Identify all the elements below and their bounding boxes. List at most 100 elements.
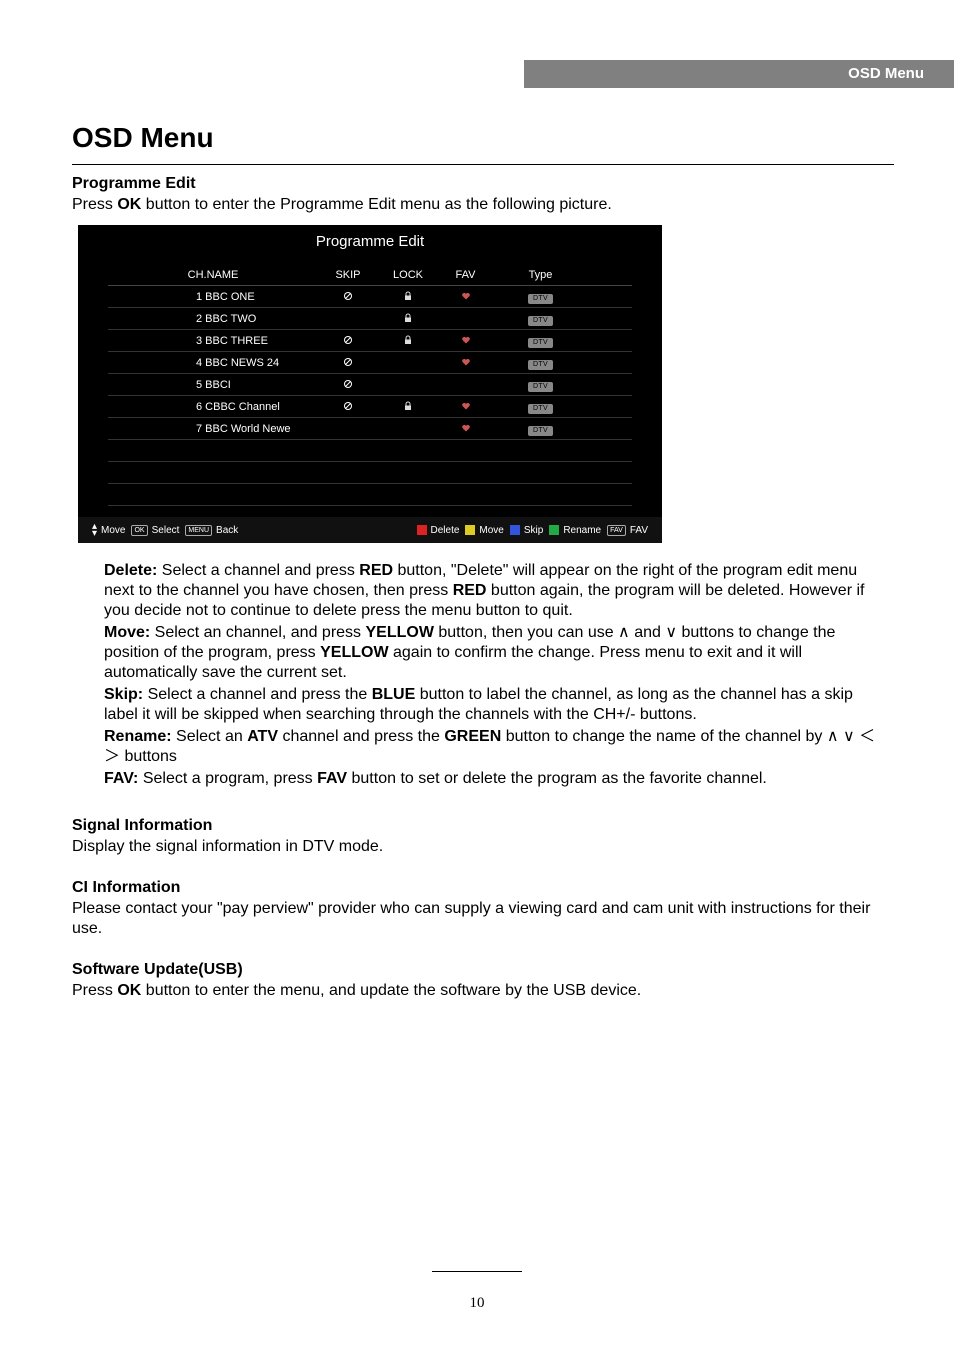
page-number-area: 10: [0, 1278, 954, 1312]
def-rename: Rename: Select an ATV channel and press …: [104, 727, 884, 767]
ci-body: Please contact your "pay perview" provid…: [72, 899, 894, 939]
col-name: CH.NAME: [108, 269, 318, 281]
cell-type: DTV: [493, 421, 588, 436]
def-fav: FAV: Select a program, press FAV button …: [104, 769, 884, 789]
cell-lock: [378, 399, 438, 414]
page-title: OSD Menu: [72, 122, 894, 165]
dtv-badge: DTV: [528, 360, 553, 370]
yellow-dot-icon: [465, 525, 475, 535]
cell-skip: [318, 399, 378, 414]
heart-icon: [461, 400, 471, 414]
programme-edit-intro: Press OK button to enter the Programme E…: [72, 195, 894, 215]
footer-select: OKSelect: [131, 525, 179, 536]
cell-name: 6 CBBC Channel: [108, 401, 318, 413]
skip-icon: [343, 356, 353, 370]
dtv-badge: DTV: [528, 316, 553, 326]
software-block: Software Update(USB) Press OK button to …: [72, 961, 894, 1001]
lock-icon: [403, 400, 413, 414]
col-type: Type: [493, 269, 588, 281]
cell-type: DTV: [493, 355, 588, 370]
col-skip: SKIP: [318, 269, 378, 281]
blue-dot-icon: [510, 525, 520, 535]
cell-lock: [378, 289, 438, 304]
lower-sections: Signal Information Display the signal in…: [72, 817, 894, 1001]
cell-skip: [318, 333, 378, 348]
cell-name: 3 BBC THREE: [108, 335, 318, 347]
header-label: OSD Menu: [848, 65, 924, 82]
cell-name: 5 BBCI: [108, 379, 318, 391]
heart-icon: [461, 334, 471, 348]
table-header-row: CH.NAME SKIP LOCK FAV Type: [108, 264, 632, 286]
signal-body: Display the signal information in DTV mo…: [72, 837, 894, 857]
skip-icon: [343, 290, 353, 304]
cell-type: DTV: [493, 333, 588, 348]
empty-row: [108, 462, 632, 484]
channel-table: CH.NAME SKIP LOCK FAV Type 1 BBC ONE DTV 2…: [108, 264, 632, 506]
lock-icon: [403, 290, 413, 304]
cell-name: 1 BBC ONE: [108, 291, 318, 303]
signal-block: Signal Information Display the signal in…: [72, 817, 894, 857]
screenshot-title: Programme Edit: [78, 225, 662, 250]
cell-skip: [318, 289, 378, 304]
footer-rename: Rename: [549, 525, 601, 536]
table-row: 5 BBCI DTV: [108, 374, 632, 396]
empty-row: [108, 440, 632, 462]
footer-delete: Delete: [417, 525, 460, 536]
dtv-badge: DTV: [528, 404, 553, 414]
skip-icon: [343, 378, 353, 392]
def-skip: Skip: Select a channel and press the BLU…: [104, 685, 884, 725]
footer-back: MENUBack: [185, 525, 238, 536]
cell-fav: [438, 333, 493, 348]
fav-key-icon: FAV: [607, 525, 626, 536]
cell-fav: [438, 399, 493, 414]
lock-icon: [403, 312, 413, 326]
cell-name: 7 BBC World Newe: [108, 423, 318, 435]
page-content: OSD Menu Programme Edit Press OK button …: [72, 122, 894, 1023]
heart-icon: [461, 290, 471, 304]
table-row: 4 BBC NEWS 24 DTV: [108, 352, 632, 374]
cell-type: DTV: [493, 311, 588, 326]
page-number-rule: [432, 1271, 522, 1272]
cell-fav: [438, 289, 493, 304]
programme-edit-screenshot: Programme Edit CH.NAME SKIP LOCK FAV Typ…: [78, 225, 662, 543]
page-number: 10: [470, 1295, 485, 1311]
table-row: 1 BBC ONE DTV: [108, 286, 632, 308]
heart-icon: [461, 356, 471, 370]
dtv-badge: DTV: [528, 338, 553, 348]
col-fav: FAV: [438, 269, 493, 281]
cell-fav: [438, 421, 493, 436]
footer-move: ▴▾Move: [92, 523, 125, 537]
skip-icon: [343, 400, 353, 414]
red-dot-icon: [417, 525, 427, 535]
software-body: Press OK button to enter the menu, and u…: [72, 981, 894, 1001]
signal-heading: Signal Information: [72, 817, 894, 835]
screenshot-footer: ▴▾Move OKSelect MENUBack Delete Move Ski…: [78, 517, 662, 543]
lock-icon: [403, 334, 413, 348]
cell-lock: [378, 333, 438, 348]
footer-fav: FAVFAV: [607, 525, 648, 536]
software-heading: Software Update(USB): [72, 961, 894, 979]
cell-type: DTV: [493, 377, 588, 392]
cell-type: DTV: [493, 399, 588, 414]
programme-edit-heading: Programme Edit: [72, 175, 894, 193]
dtv-badge: DTV: [528, 294, 553, 304]
table-row: 6 CBBC Channel DTV: [108, 396, 632, 418]
cell-name: 4 BBC NEWS 24: [108, 357, 318, 369]
cell-skip: [318, 355, 378, 370]
cell-name: 2 BBC TWO: [108, 313, 318, 325]
def-delete: Delete: Select a channel and press RED b…: [104, 561, 884, 621]
cell-lock: [378, 311, 438, 326]
menu-key-icon: MENU: [185, 525, 212, 536]
col-lock: LOCK: [378, 269, 438, 281]
empty-row: [108, 484, 632, 506]
dtv-badge: DTV: [528, 426, 553, 436]
green-dot-icon: [549, 525, 559, 535]
skip-icon: [343, 334, 353, 348]
cell-type: DTV: [493, 289, 588, 304]
ci-block: CI Information Please contact your "pay …: [72, 879, 894, 939]
cell-fav: [438, 355, 493, 370]
def-move: Move: Select an channel, and press YELLO…: [104, 623, 884, 683]
footer-skip: Skip: [510, 525, 543, 536]
header-bar: OSD Menu: [524, 60, 954, 88]
definitions: Delete: Select a channel and press RED b…: [104, 561, 884, 789]
